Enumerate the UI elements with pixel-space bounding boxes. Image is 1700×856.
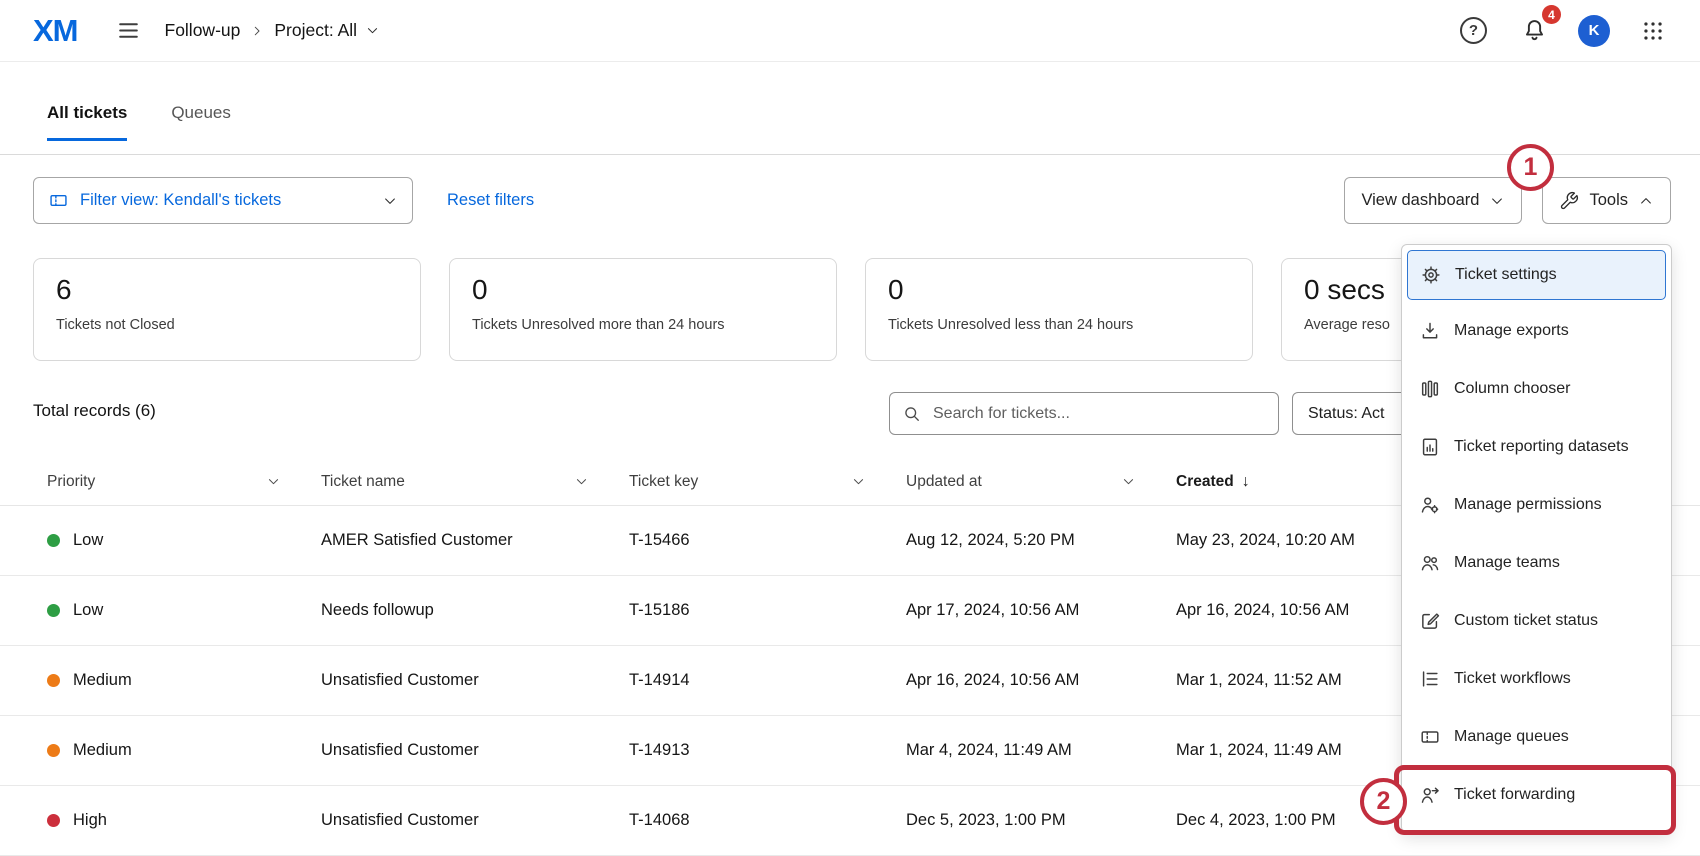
search-icon [902,404,922,424]
ticket-name: Unsatisfied Customer [321,811,629,830]
ticket-tabs: All tickets Queues [47,103,231,141]
stat-card-unresolved-more-24h: 0 Tickets Unresolved more than 24 hours [449,258,837,361]
person-arrow-icon [1419,784,1441,806]
priority-label: Medium [73,741,132,760]
chevron-down-icon[interactable] [851,474,866,489]
hamburger-menu-icon[interactable] [112,14,145,47]
chevron-up-icon [1638,193,1654,209]
stat-value: 0 [472,274,814,306]
ticket-key: T-14068 [629,811,906,830]
help-button[interactable]: ? [1456,13,1491,48]
priority-dot [47,744,60,757]
sort-desc-icon[interactable]: ↓ [1242,473,1250,491]
chevron-down-icon [382,193,398,209]
stat-value: 0 [888,274,1230,306]
priority-label: Low [73,601,103,620]
help-icon: ? [1460,17,1487,44]
stat-value: 6 [56,274,398,306]
column-header-ticket-name[interactable]: Ticket name [321,473,629,491]
breadcrumb-project-selector[interactable]: Project: All [274,20,380,41]
priority-dot [47,674,60,687]
tools-button[interactable]: Tools [1542,177,1671,224]
chevron-down-icon [1489,193,1505,209]
menu-item-ticket-reporting-datasets[interactable]: Ticket reporting datasets [1402,418,1671,476]
stat-card-unresolved-less-24h: 0 Tickets Unresolved less than 24 hours [865,258,1253,361]
ticket-key: T-14913 [629,741,906,760]
menu-item-ticket-settings[interactable]: Ticket settings [1407,250,1666,300]
tab-queues[interactable]: Queues [171,103,231,141]
total-records-label: Total records (6) [33,401,156,421]
updated-at: Mar 4, 2024, 11:49 AM [906,741,1176,760]
updated-at: Apr 17, 2024, 10:56 AM [906,601,1176,620]
ticket-name: AMER Satisfied Customer [321,531,629,550]
top-bar: XM Follow-up Project: All ? 4 [0,0,1700,62]
column-header-priority[interactable]: Priority [47,473,321,491]
column-header-updated-at[interactable]: Updated at [906,473,1176,491]
filter-bar: Filter view: Kendall's tickets Reset fil… [33,177,1671,224]
priority-label: High [73,811,107,830]
chevron-down-icon[interactable] [266,474,281,489]
breadcrumb-followup[interactable]: Follow-up [165,20,241,41]
menu-item-column-chooser[interactable]: Column chooser [1402,360,1671,418]
menu-item-manage-teams[interactable]: Manage teams [1402,534,1671,592]
ticket-key: T-15186 [629,601,906,620]
tools-menu: Ticket settings Manage exports Column ch… [1401,244,1672,833]
menu-item-custom-ticket-status[interactable]: Custom ticket status [1402,592,1671,650]
wrench-icon [1559,191,1579,211]
stat-label: Tickets Unresolved more than 24 hours [472,317,814,333]
ticket-key: T-14914 [629,671,906,690]
stat-label: Tickets not Closed [56,317,398,333]
menu-item-ticket-forwarding[interactable]: Ticket forwarding [1402,766,1671,824]
avatar[interactable]: K [1578,15,1610,47]
view-dashboard-button[interactable]: View dashboard [1344,177,1522,224]
ticket-name: Unsatisfied Customer [321,671,629,690]
xm-logo[interactable]: XM [33,13,78,49]
chevron-down-icon[interactable] [1121,474,1136,489]
reset-filters-link[interactable]: Reset filters [447,191,534,210]
chart-doc-icon [1419,436,1441,458]
menu-item-manage-exports[interactable]: Manage exports [1402,302,1671,360]
chevron-down-icon [365,23,380,38]
tabs-divider [0,154,1700,155]
ticket-icon [48,190,69,211]
column-header-ticket-key[interactable]: Ticket key [629,473,906,491]
chevron-down-icon[interactable] [574,474,589,489]
updated-at: Aug 12, 2024, 5:20 PM [906,531,1176,550]
ticket-name: Needs followup [321,601,629,620]
workflow-icon [1419,668,1441,690]
notification-badge: 4 [1542,5,1561,24]
stat-label: Tickets Unresolved less than 24 hours [888,317,1230,333]
download-icon [1419,320,1441,342]
people-icon [1419,552,1441,574]
edit-icon [1419,610,1441,632]
priority-dot [47,604,60,617]
gear-icon [1420,264,1442,286]
priority-dot [47,814,60,827]
tab-all-tickets[interactable]: All tickets [47,103,127,141]
priority-label: Medium [73,671,132,690]
priority-dot [47,534,60,547]
priority-label: Low [73,531,103,550]
menu-item-manage-permissions[interactable]: Manage permissions [1402,476,1671,534]
search-input[interactable] [931,404,1266,424]
notifications-button[interactable]: 4 [1517,13,1552,48]
apps-grid-icon[interactable] [1636,14,1670,48]
updated-at: Apr 16, 2024, 10:56 AM [906,671,1176,690]
ticket-icon [1419,726,1441,748]
columns-icon [1419,378,1441,400]
filter-view-dropdown[interactable]: Filter view: Kendall's tickets [33,177,413,224]
chevron-right-icon [250,24,264,38]
updated-at: Dec 5, 2023, 1:00 PM [906,811,1176,830]
stat-card-not-closed: 6 Tickets not Closed [33,258,421,361]
menu-item-manage-queues[interactable]: Manage queues [1402,708,1671,766]
ticket-name: Unsatisfied Customer [321,741,629,760]
menu-item-ticket-workflows[interactable]: Ticket workflows [1402,650,1671,708]
breadcrumb: Follow-up Project: All [165,20,381,41]
person-gear-icon [1419,494,1441,516]
ticket-key: T-15466 [629,531,906,550]
ticket-search [889,392,1279,435]
